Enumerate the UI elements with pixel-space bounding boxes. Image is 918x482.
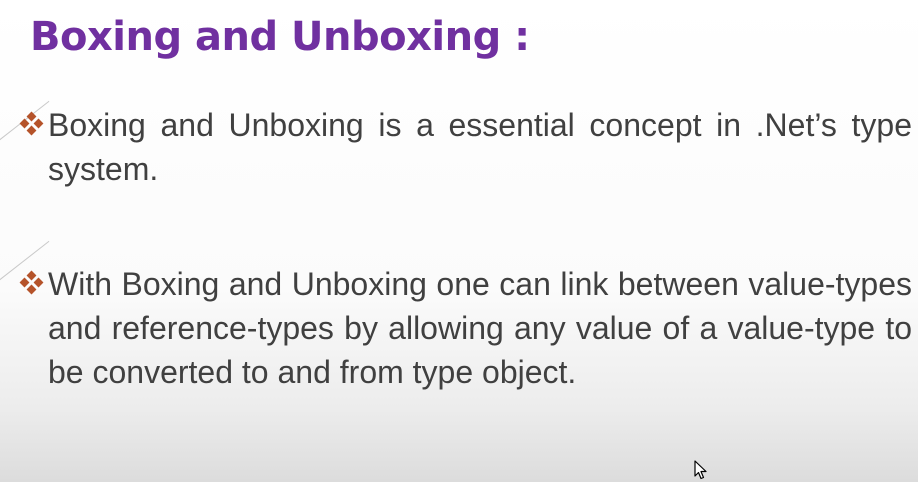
bullet-text: With Boxing and Unboxing one can link be… — [48, 266, 912, 390]
bullet-item: With Boxing and Unboxing one can link be… — [18, 262, 912, 394]
diamond-bullet-icon — [18, 270, 46, 298]
bullet-text: Boxing and Unboxing is a essential conce… — [48, 107, 912, 187]
slide-title: Boxing and Unboxing : — [30, 14, 530, 60]
mouse-pointer-icon — [694, 460, 707, 480]
bullet-item: Boxing and Unboxing is a essential conce… — [18, 103, 912, 191]
diamond-bullet-icon — [18, 111, 46, 139]
slide: Boxing and Unboxing : Boxing and Unboxin… — [0, 0, 918, 482]
